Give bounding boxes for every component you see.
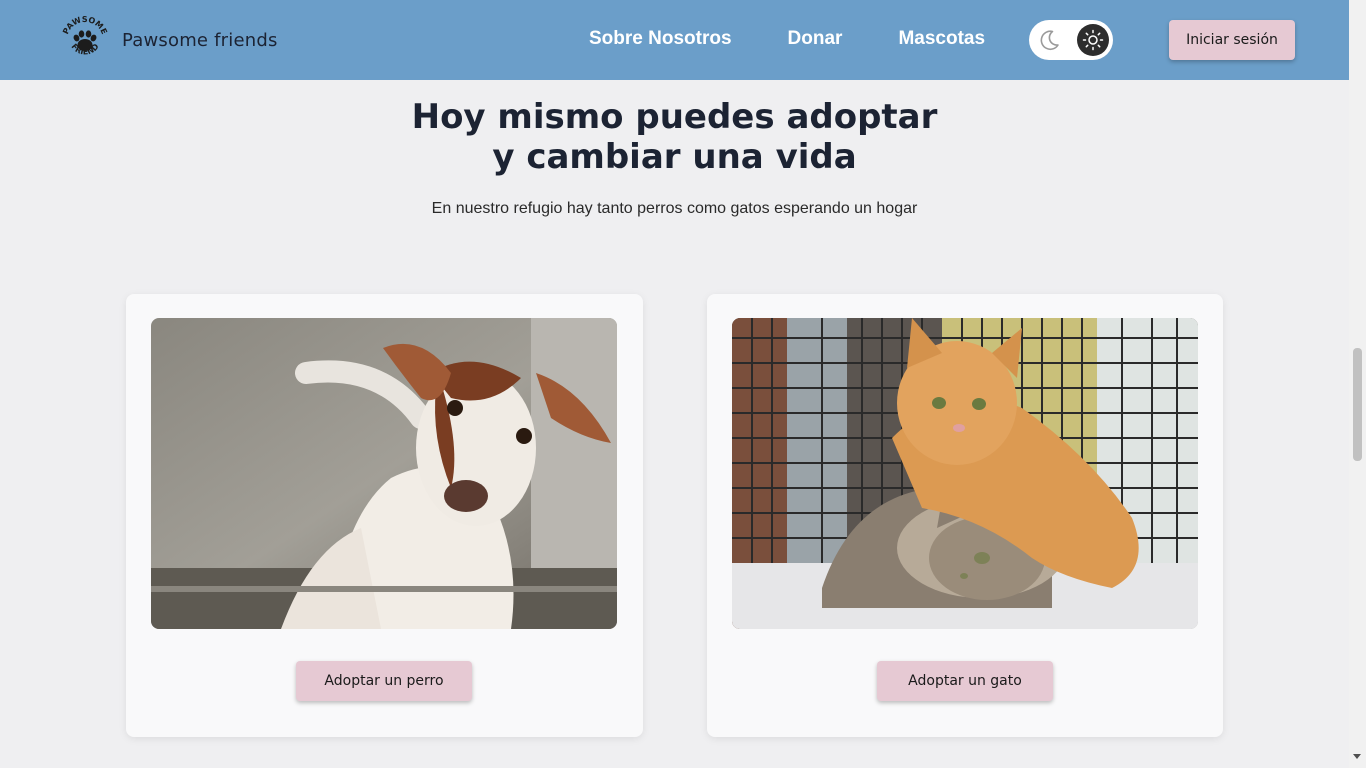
brand[interactable]: PAWSOME FRIEND Pawsome friends bbox=[60, 14, 278, 66]
scroll-down-arrow-icon[interactable] bbox=[1353, 754, 1361, 759]
login-button[interactable]: Iniciar sesión bbox=[1169, 20, 1295, 60]
theme-toggle[interactable] bbox=[1029, 20, 1113, 60]
moon-icon[interactable] bbox=[1037, 28, 1061, 52]
paw-logo-icon: PAWSOME FRIEND bbox=[60, 14, 110, 66]
top-navbar: PAWSOME FRIEND Pawsome friends Sobre Nos… bbox=[0, 0, 1349, 80]
scrollbar-thumb[interactable] bbox=[1353, 348, 1362, 461]
adopt-dog-card: Adoptar un perro bbox=[126, 294, 643, 737]
adopt-cat-card: Adoptar un gato bbox=[707, 294, 1223, 737]
sun-icon[interactable] bbox=[1077, 24, 1109, 56]
adopt-cat-button[interactable]: Adoptar un gato bbox=[877, 661, 1053, 701]
brand-name: Pawsome friends bbox=[122, 29, 278, 51]
page-scrollbar[interactable] bbox=[1349, 0, 1366, 768]
puppy-photo bbox=[151, 318, 617, 629]
cats-photo bbox=[732, 318, 1198, 629]
nav-link-mascotas[interactable]: Mascotas bbox=[898, 28, 985, 50]
nav-link-donar[interactable]: Donar bbox=[788, 28, 843, 50]
adopt-dog-button[interactable]: Adoptar un perro bbox=[296, 661, 472, 701]
svg-text:PAWSOME: PAWSOME bbox=[61, 15, 109, 36]
nav-link-sobre-nosotros[interactable]: Sobre Nosotros bbox=[589, 28, 732, 50]
hero-subtitle: En nuestro refugio hay tanto perros como… bbox=[431, 200, 918, 217]
main-nav: Sobre Nosotros Donar Mascotas bbox=[589, 28, 985, 50]
hero-title: Hoy mismo puedes adoptar y cambiar una v… bbox=[411, 97, 938, 177]
